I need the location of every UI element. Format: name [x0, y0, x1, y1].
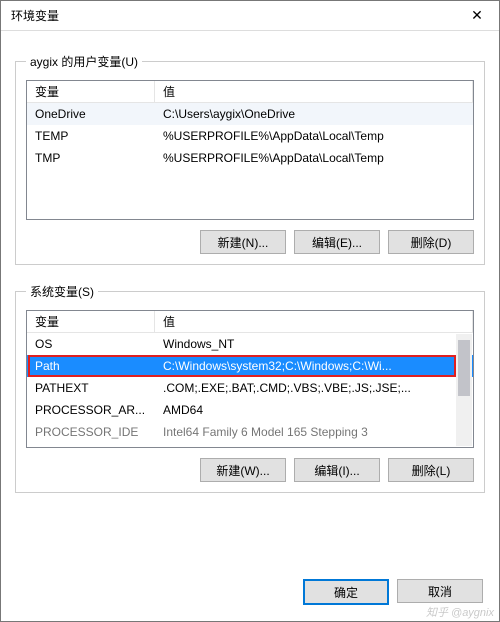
var-value: C:\Windows\system32;C:\Windows;C:\Wi... [155, 359, 473, 373]
scrollbar[interactable] [456, 334, 472, 446]
system-vars-body: OS Windows_NT Path C:\Windows\system32;C… [27, 333, 473, 443]
col-header-value[interactable]: 值 [155, 311, 473, 332]
var-value: C:\Users\aygix\OneDrive [155, 107, 473, 121]
cancel-button[interactable]: 取消 [397, 579, 483, 603]
var-value: Windows_NT [155, 337, 473, 351]
table-row[interactable]: PROCESSOR_IDE Intel64 Family 6 Model 165… [27, 421, 473, 443]
system-vars-buttons: 新建(W)... 编辑(I)... 删除(L) [26, 458, 474, 482]
system-vars-table[interactable]: 变量 值 OS Windows_NT Path C:\Windows\syste… [26, 310, 474, 448]
scrollbar-thumb[interactable] [458, 340, 470, 396]
user-edit-button[interactable]: 编辑(E)... [294, 230, 380, 254]
ok-button[interactable]: 确定 [303, 579, 389, 605]
system-new-button[interactable]: 新建(W)... [200, 458, 286, 482]
var-name: Path [27, 359, 155, 373]
col-header-name[interactable]: 变量 [27, 81, 155, 102]
col-header-name[interactable]: 变量 [27, 311, 155, 332]
table-row-selected[interactable]: Path C:\Windows\system32;C:\Windows;C:\W… [27, 355, 473, 377]
env-vars-dialog: 环境变量 ✕ aygix 的用户变量(U) 变量 值 OneDrive C:\U… [0, 0, 500, 622]
var-name: OS [27, 337, 155, 351]
dialog-content: aygix 的用户变量(U) 变量 值 OneDrive C:\Users\ay… [1, 31, 499, 567]
user-vars-group: aygix 的用户变量(U) 变量 值 OneDrive C:\Users\ay… [15, 53, 485, 265]
col-header-value[interactable]: 值 [155, 81, 473, 102]
user-delete-button[interactable]: 删除(D) [388, 230, 474, 254]
table-row[interactable]: OneDrive C:\Users\aygix\OneDrive [27, 103, 473, 125]
var-value: AMD64 [155, 403, 473, 417]
user-vars-body: OneDrive C:\Users\aygix\OneDrive TEMP %U… [27, 103, 473, 169]
dialog-footer: 确定 取消 [1, 567, 499, 621]
var-name: TEMP [27, 129, 155, 143]
system-delete-button[interactable]: 删除(L) [388, 458, 474, 482]
system-vars-legend: 系统变量(S) [26, 283, 98, 300]
system-edit-button[interactable]: 编辑(I)... [294, 458, 380, 482]
user-new-button[interactable]: 新建(N)... [200, 230, 286, 254]
var-name: PROCESSOR_AR... [27, 403, 155, 417]
table-row[interactable]: TMP %USERPROFILE%\AppData\Local\Temp [27, 147, 473, 169]
system-vars-header: 变量 值 [27, 311, 473, 333]
table-row[interactable]: OS Windows_NT [27, 333, 473, 355]
user-vars-buttons: 新建(N)... 编辑(E)... 删除(D) [26, 230, 474, 254]
window-title: 环境变量 [11, 7, 455, 24]
close-icon[interactable]: ✕ [455, 1, 499, 31]
table-row[interactable]: TEMP %USERPROFILE%\AppData\Local\Temp [27, 125, 473, 147]
user-vars-table[interactable]: 变量 值 OneDrive C:\Users\aygix\OneDrive TE… [26, 80, 474, 220]
var-value: .COM;.EXE;.BAT;.CMD;.VBS;.VBE;.JS;.JSE;.… [155, 381, 473, 395]
var-value: Intel64 Family 6 Model 165 Stepping 3 [155, 425, 473, 439]
table-row[interactable]: PATHEXT .COM;.EXE;.BAT;.CMD;.VBS;.VBE;.J… [27, 377, 473, 399]
var-name: OneDrive [27, 107, 155, 121]
system-vars-group: 系统变量(S) 变量 值 OS Windows_NT Path C:\Windo… [15, 283, 485, 493]
var-value: %USERPROFILE%\AppData\Local\Temp [155, 151, 473, 165]
var-value: %USERPROFILE%\AppData\Local\Temp [155, 129, 473, 143]
var-name: TMP [27, 151, 155, 165]
table-row[interactable]: PROCESSOR_AR... AMD64 [27, 399, 473, 421]
user-vars-legend: aygix 的用户变量(U) [26, 53, 142, 70]
var-name: PATHEXT [27, 381, 155, 395]
var-name: PROCESSOR_IDE [27, 425, 155, 439]
titlebar: 环境变量 ✕ [1, 1, 499, 31]
user-vars-header: 变量 值 [27, 81, 473, 103]
